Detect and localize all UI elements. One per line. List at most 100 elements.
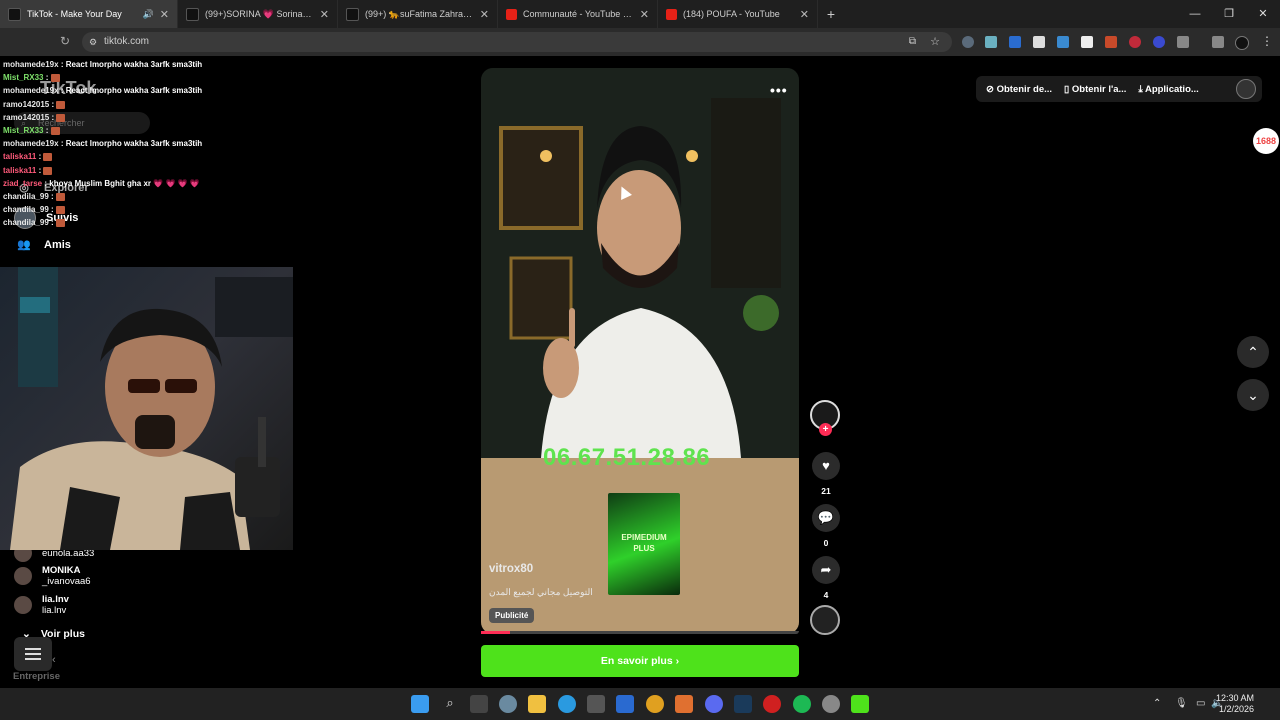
cta-button[interactable]: En savoir plus › [481, 645, 799, 677]
window-controls: — ❐ ✕ [1178, 0, 1280, 28]
address-bar[interactable]: ⚙ tiktok.com ⧉ ☆ [82, 32, 952, 52]
extension-icon[interactable] [1129, 36, 1141, 48]
app-icon[interactable] [675, 695, 693, 713]
kick-icon[interactable] [851, 695, 869, 713]
comment-button[interactable]: 💬 [812, 504, 840, 532]
close-window-icon[interactable]: ✕ [1246, 0, 1280, 28]
extensions-puzzle-icon[interactable] [1177, 36, 1189, 48]
extension-icon[interactable] [1057, 36, 1069, 48]
chat-username: mohamede19x [3, 139, 59, 149]
obs-icon[interactable] [822, 695, 840, 713]
emote-icon [50, 74, 60, 83]
media-control-icon[interactable] [1212, 36, 1224, 48]
tray-chevron-up-icon[interactable]: ⌃ [1153, 698, 1161, 709]
search-icon[interactable]: ⌕ [441, 695, 459, 713]
tab-youtube-studio[interactable]: Communauté - YouTube Studio ✕ [498, 0, 658, 28]
account-item[interactable]: MONIKA _ivanovaa6 [14, 565, 91, 587]
bookmark-star-icon[interactable]: ☆ [930, 32, 940, 52]
extension-icon[interactable] [985, 36, 997, 48]
download-icon[interactable] [1081, 36, 1093, 48]
extension-icon[interactable] [1105, 36, 1117, 48]
emote-icon [50, 126, 60, 135]
kebab-menu-icon[interactable]: ⋮ [1261, 34, 1273, 48]
task-view-icon[interactable] [470, 695, 488, 713]
chat-message: Mist_RX33 : [3, 124, 203, 137]
desktop-app-button[interactable]: ⤓ Applicatio... [1138, 84, 1198, 95]
tab-youtube-poufa[interactable]: (184) POUFA - YouTube ✕ [658, 0, 818, 28]
new-tab-button[interactable]: + [818, 6, 844, 22]
sidebar-item-amis[interactable]: 👥 Amis [14, 238, 71, 252]
chat-message: taliska11 : [3, 164, 203, 177]
tab-fatima[interactable]: (99+) 🐆suFatima Zahra su🐆 ( ✕ [338, 0, 498, 28]
like-button[interactable]: ♥ [812, 452, 840, 480]
video-username[interactable]: vitrox80 [489, 563, 533, 575]
close-tab-icon[interactable]: ✕ [640, 8, 649, 21]
next-video-button[interactable]: ⌄ [1237, 379, 1269, 411]
spotify-icon[interactable] [793, 695, 811, 713]
profile-avatar[interactable] [1235, 36, 1249, 50]
close-tab-icon[interactable]: ✕ [800, 8, 809, 21]
more-options-icon[interactable]: ••• [770, 82, 788, 98]
steam-icon[interactable] [734, 695, 752, 713]
site-info-icon[interactable]: ⚙ [89, 32, 97, 52]
chat-username: taliska11 [3, 165, 37, 175]
tab-tiktok[interactable]: TikTok - Make Your Day 🔊 ✕ [0, 0, 178, 28]
phone-overlay-text: 06.67.51.28.86 [543, 444, 711, 471]
chrome-icon[interactable] [646, 695, 664, 713]
url-text: tiktok.com [104, 36, 150, 47]
follow-plus-icon[interactable]: + [819, 423, 832, 436]
emote-icon [55, 219, 65, 228]
get-coins-button[interactable]: ⊘ Obtenir de... [986, 84, 1052, 95]
system-clock[interactable]: 12:30 AM 1/2/2026 [1216, 693, 1254, 715]
share-button[interactable]: ➦ [812, 556, 840, 584]
chat-username: chandila_99 [3, 192, 49, 202]
browser-tab-bar: TikTok - Make Your Day 🔊 ✕ (99+)SORINA 💗… [0, 0, 1280, 28]
tiktok-favicon-icon [186, 7, 199, 21]
windows-taskbar: ⌕ ⌃ 🎙 ▭ 🔈 12:30 AM 1/2/2026 [0, 688, 1280, 720]
restore-icon[interactable]: ❐ [1212, 0, 1246, 28]
settings-icon[interactable] [499, 695, 517, 713]
extension-icon[interactable] [962, 36, 974, 48]
chat-username: Mist_RX33 [3, 73, 44, 83]
close-tab-icon[interactable]: ✕ [160, 8, 169, 21]
floating-app-badge[interactable]: 1688 [1253, 128, 1279, 154]
get-app-button[interactable]: ▯ Obtenir l'a... [1064, 84, 1126, 95]
product-brand: EPIMEDIUM [621, 533, 667, 542]
close-tab-icon[interactable]: ✕ [320, 8, 329, 21]
extension-icon[interactable] [1009, 36, 1021, 48]
windows-start-icon[interactable] [411, 695, 429, 713]
store-icon[interactable] [587, 695, 605, 713]
network-icon[interactable]: ▭ [1196, 698, 1205, 709]
chat-username: ramo142015 [3, 99, 50, 109]
entreprise-link[interactable]: Entreprise [13, 671, 60, 682]
discord-icon[interactable] [705, 695, 723, 713]
product-plus: PLUS [633, 544, 655, 553]
extension-icon[interactable] [1153, 36, 1165, 48]
opera-icon[interactable] [763, 695, 781, 713]
chat-message: chandila_99 : [3, 190, 203, 203]
extension-icon[interactable] [1033, 36, 1045, 48]
minimize-icon[interactable]: — [1178, 0, 1212, 28]
chevron-left-icon[interactable]: ‹ [52, 654, 56, 666]
music-disc-icon[interactable] [810, 605, 840, 635]
menu-button[interactable] [14, 637, 52, 671]
previous-video-button[interactable]: ⌃ [1237, 336, 1269, 368]
file-explorer-icon[interactable] [528, 695, 546, 713]
speaker-icon[interactable]: 🔊 [143, 9, 154, 20]
account-item[interactable]: lia.lnv lia.lnv [14, 594, 69, 616]
webcam-image [10, 267, 293, 550]
install-app-icon[interactable]: ⧉ [909, 32, 916, 52]
outlook-icon[interactable] [616, 695, 634, 713]
microphone-icon[interactable]: 🎙 [1175, 698, 1188, 709]
reload-icon[interactable]: ↻ [60, 34, 70, 48]
tiktok-favicon-icon [346, 7, 359, 21]
chat-message: chandila_99 : [3, 203, 203, 216]
video-progress-bar[interactable] [481, 631, 799, 634]
emote-icon [43, 153, 53, 162]
like-count: 21 [821, 486, 831, 496]
edge-icon[interactable] [558, 695, 576, 713]
close-tab-icon[interactable]: ✕ [480, 8, 489, 21]
user-avatar[interactable] [1236, 79, 1256, 99]
chevron-up-icon: ⌃ [1247, 344, 1259, 360]
tab-sorina[interactable]: (99+)SORINA 💗 Sorina 💗 (@s ✕ [178, 0, 338, 28]
